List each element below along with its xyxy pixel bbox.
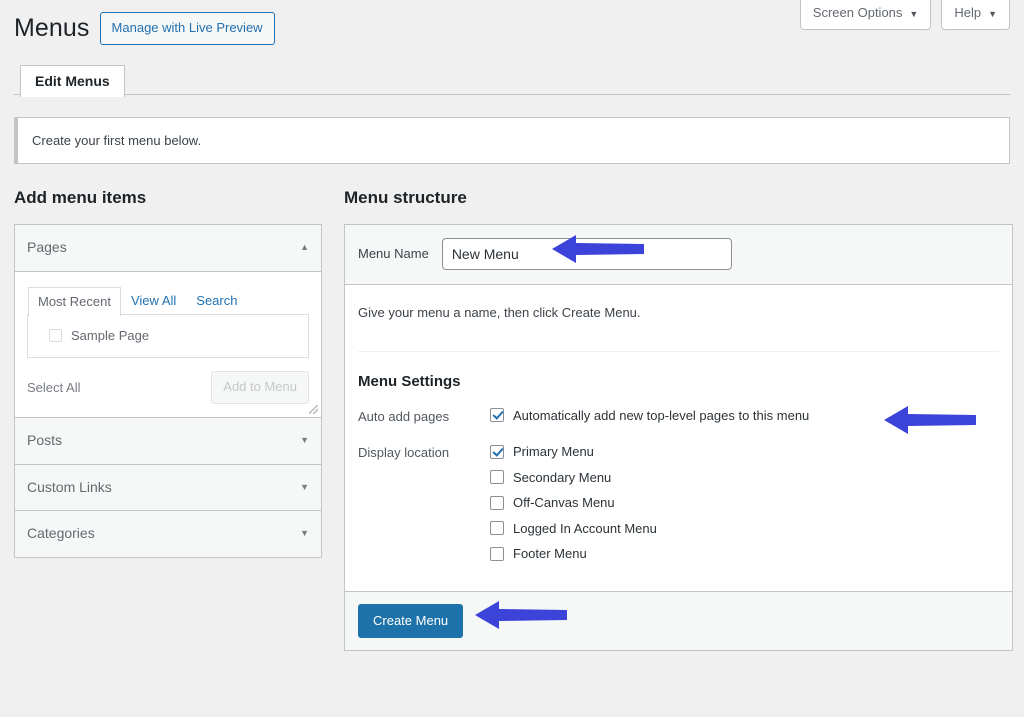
section-divider — [358, 350, 999, 352]
help-label: Help — [954, 5, 982, 21]
accordion-header-posts[interactable]: Posts ▼ — [15, 417, 321, 465]
add-menu-items-heading: Add menu items — [14, 188, 147, 208]
select-all-link[interactable]: Select All — [27, 380, 80, 395]
logged-in-account-menu-label: Logged In Account Menu — [513, 520, 657, 536]
accordion-title-categories: Categories — [27, 525, 95, 542]
footer-menu-checkbox[interactable] — [490, 546, 504, 561]
off-canvas-menu-checkbox[interactable] — [490, 495, 504, 510]
page-title: Menus — [14, 14, 90, 43]
screen-options-label: Screen Options — [812, 5, 903, 21]
list-item-label: Sample Page — [71, 328, 150, 344]
display-location-option-secondary[interactable]: Secondary Menu — [490, 468, 999, 488]
menu-panel-footer: Create Menu — [345, 590, 1012, 651]
caret-down-icon: ▼ — [909, 9, 919, 19]
auto-add-pages-field: Automatically add new top-level pages to… — [490, 405, 999, 434]
notice-text: Create your first menu below. — [32, 132, 202, 148]
pages-tab-list: Most Recent View All Search — [28, 286, 309, 317]
off-canvas-menu-label: Off-Canvas Menu — [513, 495, 615, 511]
add-menu-items-column: Add menu items Pages ▲ Most Recent View … — [14, 186, 322, 558]
display-location-option-footer[interactable]: Footer Menu — [490, 544, 999, 564]
screen-options-button[interactable]: Screen Options ▼ — [799, 0, 932, 30]
primary-menu-label: Primary Menu — [513, 444, 594, 460]
display-location-option-logged-in-account[interactable]: Logged In Account Menu — [490, 519, 999, 539]
accordion-header-custom-links[interactable]: Custom Links ▼ — [15, 464, 321, 512]
caret-down-icon: ▼ — [300, 481, 309, 492]
menu-name-input[interactable] — [441, 238, 732, 271]
caret-up-icon: ▲ — [300, 242, 309, 253]
menu-settings-title: Menu Settings — [358, 372, 461, 390]
auto-add-pages-option[interactable]: Automatically add new top-level pages to… — [490, 406, 999, 426]
notice-create-first-menu: Create your first menu below. — [14, 116, 1010, 165]
setting-row-display-location: Display location Primary Menu Secondary … — [358, 442, 999, 564]
add-menu-items-accordion: Pages ▲ Most Recent View All Search Samp… — [14, 224, 322, 558]
screen-meta-links: Screen Options ▼ Help ▼ — [799, 0, 1010, 30]
pages-panel-actions: Select All Add to Menu — [27, 358, 309, 417]
caret-down-icon: ▼ — [300, 528, 309, 539]
caret-down-icon: ▼ — [988, 9, 997, 19]
display-location-field: Primary Menu Secondary Menu Off-Canvas M… — [490, 442, 999, 564]
pages-tab-most-recent[interactable]: Most Recent — [28, 286, 121, 317]
tab-edit-menus[interactable]: Edit Menus — [20, 64, 125, 97]
menu-name-row: Menu Name — [345, 225, 1012, 286]
nav-tab-wrapper: Edit Menus — [14, 64, 1010, 97]
menu-hint-text: Give your menu a name, then click Create… — [358, 305, 641, 321]
accordion-title-custom-links: Custom Links — [27, 478, 112, 495]
pages-tab-view-all[interactable]: View All — [121, 286, 186, 316]
auto-add-pages-checkbox[interactable] — [490, 408, 504, 423]
add-to-menu-button[interactable]: Add to Menu — [211, 371, 309, 404]
help-button[interactable]: Help ▼ — [941, 0, 1010, 30]
display-location-option-off-canvas[interactable]: Off-Canvas Menu — [490, 493, 999, 513]
secondary-menu-checkbox[interactable] — [490, 470, 504, 485]
menu-name-label: Menu Name — [358, 246, 429, 261]
menu-settings-panel: Menu Name Give your menu a name, then cl… — [344, 224, 1013, 652]
pages-tab-search[interactable]: Search — [186, 286, 247, 316]
accordion-body-pages: Most Recent View All Search Sample Page … — [15, 271, 321, 418]
accordion-header-categories[interactable]: Categories ▼ — [15, 511, 321, 557]
accordion-title-pages: Pages — [27, 239, 67, 256]
footer-menu-label: Footer Menu — [513, 546, 587, 562]
menus-layout: Add menu items Pages ▲ Most Recent View … — [14, 186, 1013, 652]
caret-down-icon: ▼ — [300, 435, 309, 446]
secondary-menu-label: Secondary Menu — [513, 469, 612, 485]
primary-menu-checkbox[interactable] — [490, 444, 504, 459]
display-location-label: Display location — [358, 445, 450, 461]
accordion-title-posts: Posts — [27, 431, 63, 448]
auto-add-pages-label: Auto add pages — [358, 408, 450, 424]
setting-row-auto-add-pages: Auto add pages Automatically add new top… — [358, 405, 999, 434]
auto-add-pages-checkbox-label: Automatically add new top-level pages to… — [513, 407, 810, 423]
arrow-create-menu — [475, 600, 567, 629]
menu-panel-body: Give your menu a name, then click Create… — [345, 285, 1012, 591]
menu-structure-heading: Menu structure — [344, 188, 467, 208]
accordion-header-pages[interactable]: Pages ▲ — [15, 225, 321, 272]
resize-handle-icon[interactable] — [307, 403, 319, 415]
logged-in-account-menu-checkbox[interactable] — [490, 521, 504, 536]
sample-page-checkbox[interactable] — [49, 329, 62, 343]
create-menu-button[interactable]: Create Menu — [358, 603, 464, 639]
list-item[interactable]: Sample Page — [40, 328, 296, 343]
manage-with-live-preview-button[interactable]: Manage with Live Preview — [99, 12, 275, 45]
pages-tab-panel: Sample Page — [27, 314, 309, 359]
display-location-option-primary[interactable]: Primary Menu — [490, 442, 999, 462]
menu-structure-column: Menu structure Menu Name Give your menu … — [344, 186, 1013, 652]
